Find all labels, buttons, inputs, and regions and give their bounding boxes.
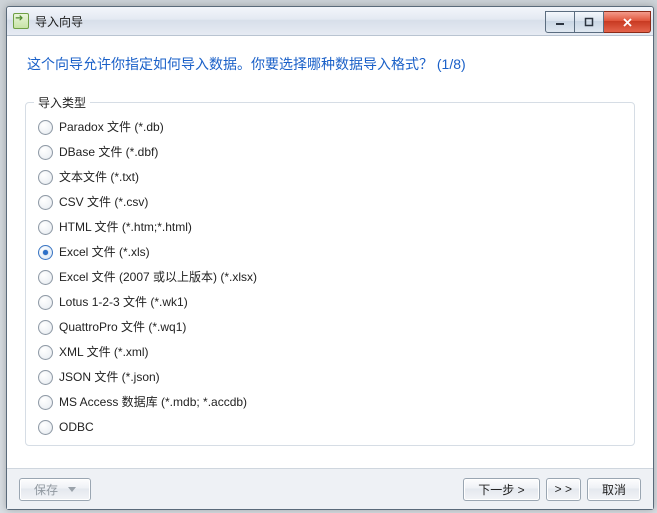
window-title: 导入向导 (35, 13, 83, 30)
skip-button[interactable]: > > (546, 478, 581, 501)
option-label: XML 文件 (*.xml) (59, 342, 149, 362)
import-type-option[interactable]: CSV 文件 (*.csv) (38, 192, 624, 212)
option-label: Excel 文件 (*.xls) (59, 242, 150, 262)
maximize-icon (584, 17, 594, 27)
import-type-option[interactable]: Excel 文件 (*.xls) (38, 242, 624, 262)
option-label: CSV 文件 (*.csv) (59, 192, 148, 212)
import-type-group: 导入类型 Paradox 文件 (*.db)DBase 文件 (*.dbf)文本… (25, 102, 635, 446)
window-controls (545, 11, 651, 31)
group-legend: 导入类型 (34, 94, 90, 111)
import-type-option[interactable]: JSON 文件 (*.json) (38, 367, 624, 387)
radio-icon (38, 395, 53, 410)
radio-icon (38, 170, 53, 185)
radio-icon (38, 145, 53, 160)
next-label: 下一步 > (478, 481, 524, 498)
radio-icon (38, 245, 53, 260)
import-type-option[interactable]: DBase 文件 (*.dbf) (38, 142, 624, 162)
wizard-prompt: 这个向导允许你指定如何导入数据。你要选择哪种数据导入格式？ (1/8) (27, 54, 633, 74)
option-label: MS Access 数据库 (*.mdb; *.accdb) (59, 392, 247, 412)
import-type-option[interactable]: ODBC (38, 417, 624, 437)
wizard-footer: 保存 下一步 > > > 取消 (7, 468, 653, 509)
import-type-option[interactable]: Paradox 文件 (*.db) (38, 117, 624, 137)
close-icon (622, 17, 633, 28)
import-type-option[interactable]: Lotus 1-2-3 文件 (*.wk1) (38, 292, 624, 312)
import-type-option[interactable]: Excel 文件 (2007 或以上版本) (*.xlsx) (38, 267, 624, 287)
radio-icon (38, 195, 53, 210)
import-type-option[interactable]: XML 文件 (*.xml) (38, 342, 624, 362)
titlebar: 导入向导 (7, 7, 653, 36)
option-label: HTML 文件 (*.htm;*.html) (59, 217, 192, 237)
option-label: Excel 文件 (2007 或以上版本) (*.xlsx) (59, 267, 257, 287)
radio-icon (38, 295, 53, 310)
next-button[interactable]: 下一步 > (463, 478, 539, 501)
cancel-label: 取消 (602, 481, 626, 498)
import-wizard-window: 导入向导 这个向导允许你指定如何导入数据。你要选择哪种数据导入格式？ (1/8)… (6, 6, 654, 510)
save-label: 保存 (34, 481, 58, 498)
import-type-options: Paradox 文件 (*.db) DBase 文件 (*.dbf) 文本文件 (*… (38, 117, 624, 437)
app-icon (13, 13, 29, 29)
option-label: QuattroPro 文件 (*.wq1) (59, 317, 186, 337)
option-label: 文本文件 (*.txt) (59, 167, 139, 187)
maximize-button[interactable] (575, 11, 604, 33)
skip-label: > > (555, 482, 572, 496)
import-type-option[interactable]: QuattroPro 文件 (*.wq1) (38, 317, 624, 337)
radio-icon (38, 345, 53, 360)
radio-icon (38, 220, 53, 235)
option-label: Lotus 1-2-3 文件 (*.wk1) (59, 292, 188, 312)
import-type-option[interactable]: MS Access 数据库 (*.mdb; *.accdb) (38, 392, 624, 412)
import-type-option[interactable]: 文本文件 (*.txt) (38, 167, 624, 187)
radio-icon (38, 420, 53, 435)
close-button[interactable] (604, 11, 651, 33)
radio-icon (38, 320, 53, 335)
radio-icon (38, 270, 53, 285)
minimize-icon (555, 17, 565, 27)
option-label: JSON 文件 (*.json) (59, 367, 160, 387)
option-label: DBase 文件 (*.dbf) (59, 142, 158, 162)
radio-icon (38, 120, 53, 135)
chevron-down-icon (68, 487, 76, 492)
option-label: ODBC (59, 417, 94, 437)
radio-icon (38, 370, 53, 385)
cancel-button[interactable]: 取消 (587, 478, 641, 501)
content-area: 这个向导允许你指定如何导入数据。你要选择哪种数据导入格式？ (1/8) 导入类型… (7, 36, 653, 468)
save-button[interactable]: 保存 (19, 478, 91, 501)
import-type-option[interactable]: HTML 文件 (*.htm;*.html) (38, 217, 624, 237)
option-label: Paradox 文件 (*.db) (59, 117, 164, 137)
minimize-button[interactable] (545, 11, 575, 33)
